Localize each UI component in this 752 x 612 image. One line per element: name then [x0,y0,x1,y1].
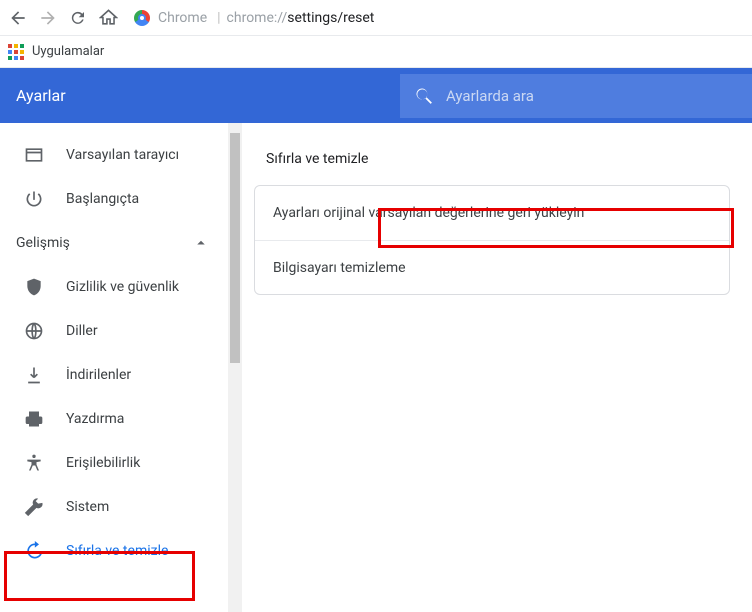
accessibility-icon [24,453,44,473]
sidebar-item-languages[interactable]: Diller [0,309,242,353]
sidebar-item-label: Sıfırla ve temizle [66,543,168,559]
sidebar-section-label: Gelişmiş [16,235,70,251]
sidebar-item-privacy[interactable]: Gizlilik ve güvenlik [0,265,242,309]
apps-icon[interactable] [8,44,24,60]
apps-label[interactable]: Uygulamalar [32,44,104,59]
sidebar-scrollbar[interactable] [228,123,242,612]
chrome-icon [134,10,150,26]
content-title: Sıfırla ve temizle [266,151,752,167]
shield-icon [24,277,44,297]
search-placeholder: Ayarlarda ara [446,87,534,105]
sidebar-item-label: Gizlilik ve güvenlik [66,279,179,295]
sidebar-item-label: Başlangıçta [66,191,139,207]
sidebar-item-startup[interactable]: Başlangıçta [0,177,242,221]
download-icon [24,365,44,385]
power-icon [24,189,44,209]
chevron-up-icon [192,234,210,252]
browser-icon [24,145,44,165]
sidebar-item-printing[interactable]: Yazdırma [0,397,242,441]
page-title: Ayarlar [0,86,400,105]
globe-icon [24,321,44,341]
sidebar-item-label: Yazdırma [66,411,124,427]
url-scheme: chrome:// [227,10,288,26]
bookmark-bar: Uygulamalar [0,36,752,68]
sidebar-item-system[interactable]: Sistem [0,485,242,529]
reload-button[interactable] [68,8,88,28]
wrench-icon [24,497,44,517]
sidebar-item-accessibility[interactable]: Erişilebilirlik [0,441,242,485]
content-area: Sıfırla ve temizle Ayarları orijinal var… [242,123,752,612]
row-restore-defaults[interactable]: Ayarları orijinal varsayılan değerlerine… [255,186,729,240]
url-label: Chrome [158,10,207,26]
sidebar-section-advanced[interactable]: Gelişmiş [0,221,242,265]
sidebar-item-label: Erişilebilirlik [66,455,140,471]
settings-header: Ayarlar Ayarlarda ara [0,68,752,123]
address-bar[interactable]: Chrome | chrome://settings/reset [134,10,374,26]
sidebar-item-label: İndirilenler [66,367,131,383]
sidebar: Varsayılan tarayıcı Başlangıçta Gelişmiş… [0,123,242,612]
back-button[interactable] [8,8,28,28]
url-divider: | [217,10,220,26]
restore-icon [24,541,44,561]
sidebar-item-downloads[interactable]: İndirilenler [0,353,242,397]
home-button[interactable] [98,8,118,28]
row-cleanup-computer[interactable]: Bilgisayarı temizleme [255,240,729,294]
sidebar-item-default-browser[interactable]: Varsayılan tarayıcı [0,133,242,177]
settings-search[interactable]: Ayarlarda ara [400,74,752,118]
sidebar-item-label: Sistem [66,499,109,515]
sidebar-item-reset[interactable]: Sıfırla ve temizle [0,529,242,573]
forward-button[interactable] [38,8,58,28]
search-icon [414,86,434,106]
sidebar-item-label: Diller [66,323,98,339]
reset-card: Ayarları orijinal varsayılan değerlerine… [254,185,730,295]
browser-nav-bar: Chrome | chrome://settings/reset [0,0,752,36]
print-icon [24,409,44,429]
url-path: settings/reset [287,10,374,26]
scrollbar-thumb[interactable] [230,133,240,363]
sidebar-item-label: Varsayılan tarayıcı [66,147,179,163]
main-area: Varsayılan tarayıcı Başlangıçta Gelişmiş… [0,123,752,612]
